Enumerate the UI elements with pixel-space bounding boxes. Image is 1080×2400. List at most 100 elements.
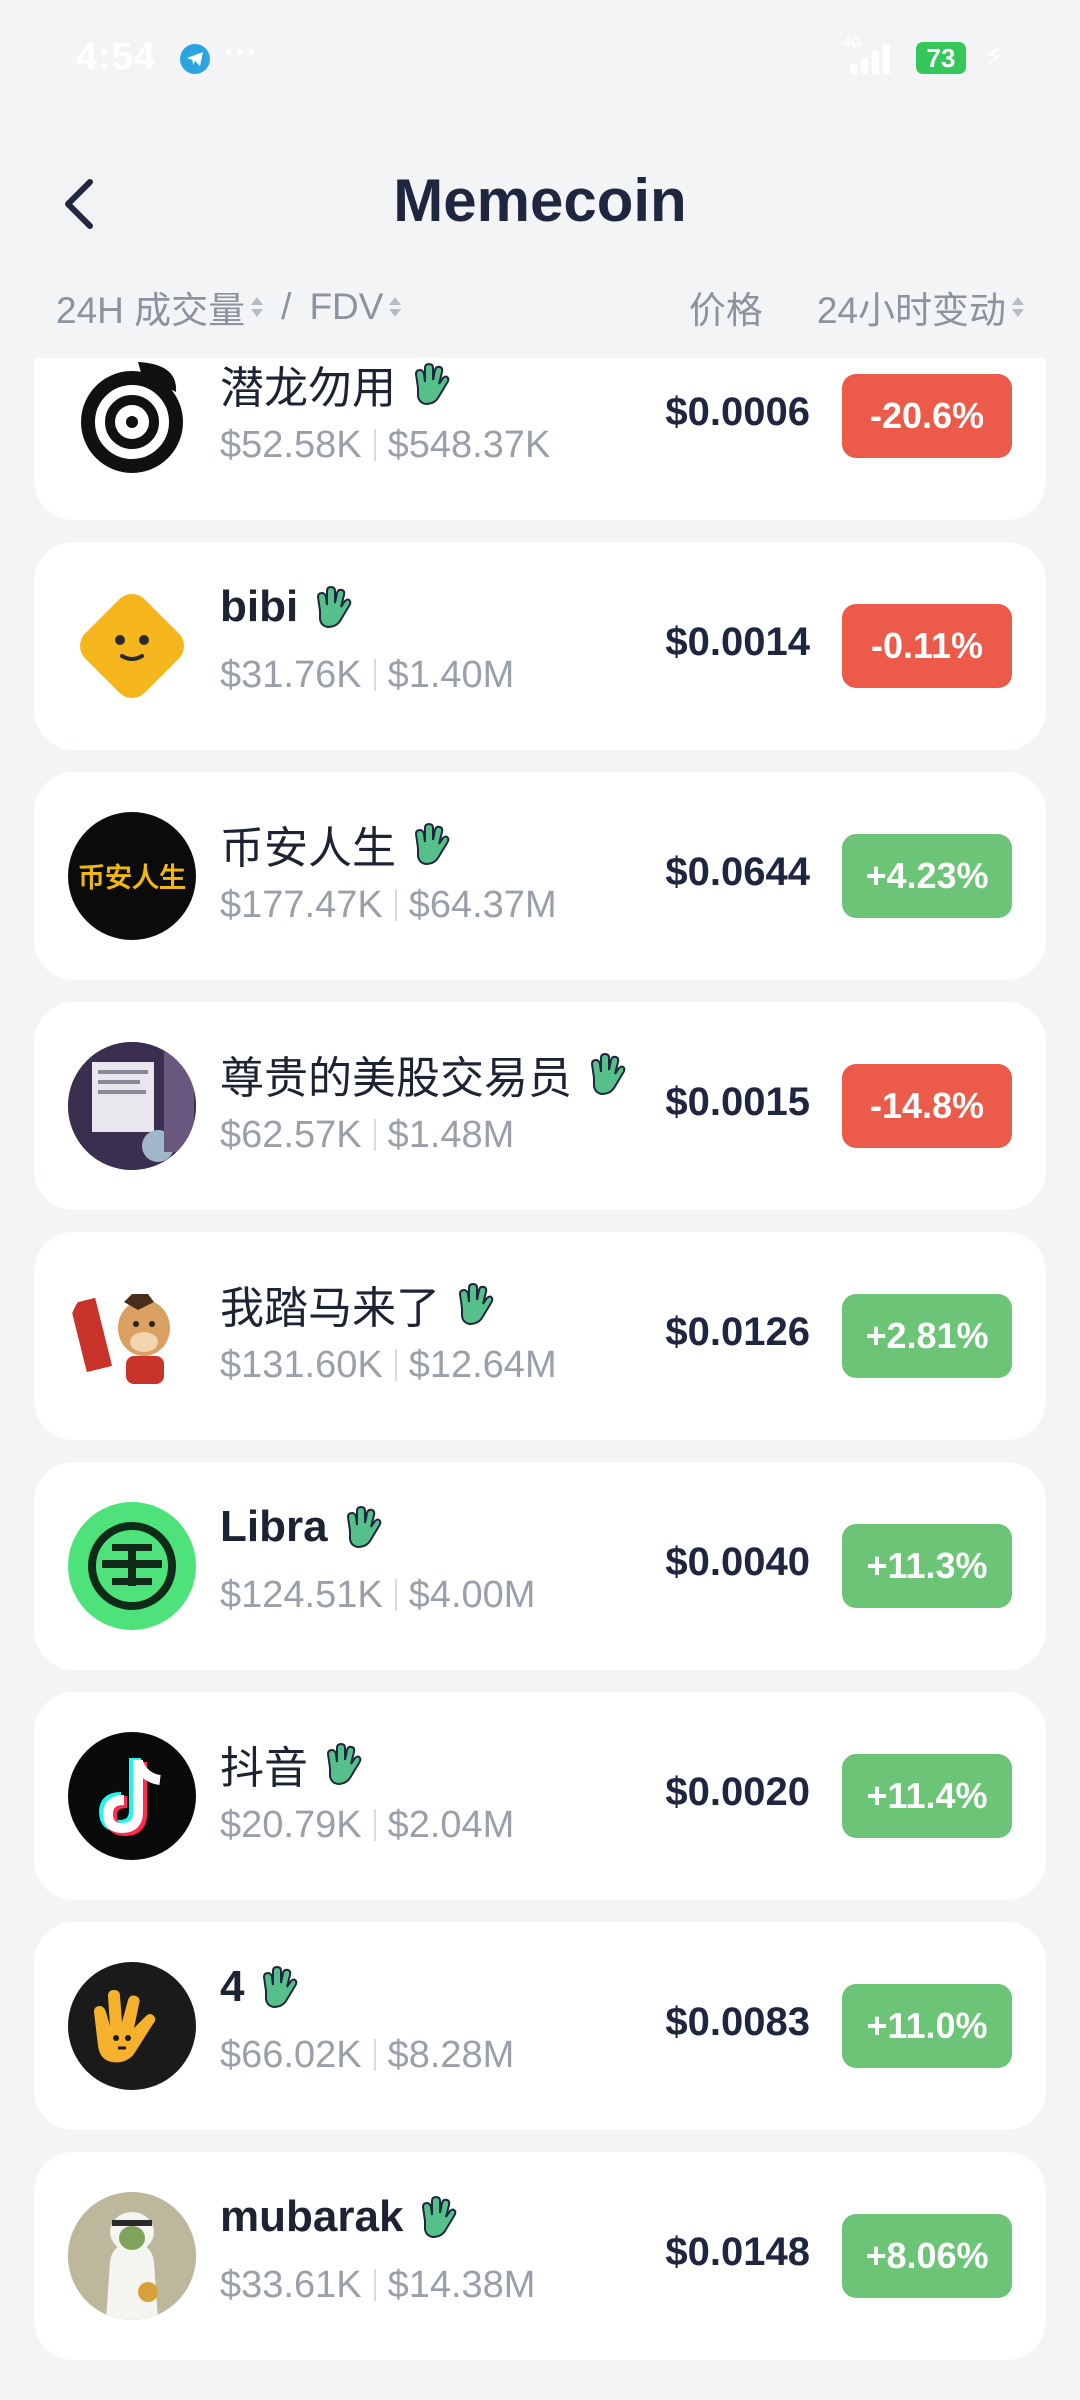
sort-fdv-button[interactable]: FDV bbox=[309, 286, 402, 328]
hand-icon bbox=[326, 1742, 362, 1786]
coin-row[interactable]: 币安人生 币安人生 $177.47K $64.37M $0.0644 +4.23% bbox=[34, 772, 1046, 980]
sort-arrows-icon bbox=[1012, 297, 1024, 317]
coin-volume: $62.57K bbox=[220, 1114, 362, 1156]
charging-icon: ⚡ bbox=[984, 41, 1004, 72]
sort-arrows-icon bbox=[251, 297, 264, 317]
header: Memecoin bbox=[0, 118, 1080, 268]
coin-price: $0.0126 bbox=[665, 1310, 810, 1354]
coin-avatar bbox=[68, 1732, 196, 1860]
avatar-text: 币安人生 bbox=[78, 863, 186, 893]
change-badge: +8.06% bbox=[842, 2214, 1012, 2298]
coin-avatar bbox=[68, 582, 196, 710]
hand-icon bbox=[317, 585, 352, 629]
coin-avatar bbox=[68, 358, 196, 480]
signal-icon bbox=[850, 44, 890, 74]
coin-row[interactable]: Libra $124.51K $4.00M $0.0040 +11.3% bbox=[34, 1462, 1046, 1670]
status-bar: 4:54 ··· 4G 73 ⚡ bbox=[0, 0, 1080, 118]
hand-icon bbox=[346, 1505, 381, 1549]
coin-row[interactable]: bibi $31.76K $1.40M $0.0014 -0.11% bbox=[34, 542, 1046, 750]
hand-icon bbox=[458, 1282, 494, 1326]
sort-change-button[interactable]: 24小时变动 bbox=[817, 280, 1024, 334]
change-badge: +4.23% bbox=[842, 834, 1012, 918]
change-badge: +11.0% bbox=[842, 1984, 1012, 2068]
change-badge: -20.6% bbox=[842, 374, 1012, 458]
coin-fdv: $1.48M bbox=[387, 1114, 515, 1156]
coin-fdv: $4.00M bbox=[408, 1574, 536, 1616]
coin-price: $0.0015 bbox=[665, 1080, 810, 1124]
battery-icon: 73 bbox=[916, 42, 966, 74]
change-badge: +11.3% bbox=[842, 1524, 1012, 1608]
coin-fdv: $12.64M bbox=[408, 1344, 557, 1386]
sort-volume-button[interactable]: 24H 成交量 bbox=[56, 280, 264, 334]
telegram-icon bbox=[180, 44, 210, 74]
coin-metrics: $33.61K $14.38M bbox=[220, 2264, 535, 2307]
coin-name: 币安人生 bbox=[220, 824, 396, 873]
change-badge: -14.8% bbox=[842, 1064, 1012, 1148]
change-badge: +11.4% bbox=[842, 1754, 1012, 1838]
hand-icon bbox=[414, 362, 450, 406]
hand-icon bbox=[422, 2195, 457, 2239]
coin-name: 尊贵的美股交易员 bbox=[220, 1054, 572, 1103]
coin-fdv: $14.38M bbox=[387, 2264, 536, 2306]
coin-avatar: 币安人生 bbox=[68, 812, 196, 940]
coin-metrics: $31.76K $1.40M bbox=[220, 654, 514, 697]
coin-row[interactable]: 潜龙勿用 $52.58K $548.37K $0.0006 -20.6% bbox=[34, 358, 1046, 520]
coin-avatar bbox=[68, 2192, 196, 2320]
coin-avatar bbox=[68, 1042, 196, 1170]
coin-name: 我踏马来了 bbox=[220, 1284, 440, 1333]
coin-volume: $52.58K bbox=[220, 424, 362, 466]
coin-list[interactable]: 潜龙勿用 $52.58K $548.37K $0.0006 -20.6% bibi… bbox=[0, 358, 1080, 2400]
coin-metrics: $124.51K $4.00M bbox=[220, 1574, 535, 1617]
coin-metrics: $20.79K $2.04M bbox=[220, 1804, 514, 1847]
coin-price: $0.0020 bbox=[665, 1770, 810, 1814]
more-notifications-icon: ··· bbox=[224, 34, 258, 72]
coin-metrics: $62.57K $1.48M bbox=[220, 1114, 514, 1157]
coin-price: $0.0644 bbox=[665, 850, 810, 894]
page-title: Memecoin bbox=[393, 167, 687, 234]
coin-row[interactable]: 抖音 $20.79K $2.04M $0.0020 +11.4% bbox=[34, 1692, 1046, 1900]
volume-column-label: 24H 成交量 bbox=[56, 290, 246, 331]
coin-name: mubarak bbox=[220, 2192, 404, 2241]
coin-fdv: $8.28M bbox=[387, 2034, 515, 2076]
coin-avatar bbox=[68, 1502, 196, 1630]
coin-fdv: $64.37M bbox=[408, 884, 557, 926]
coin-row[interactable]: mubarak $33.61K $14.38M $0.0148 +8.06% bbox=[34, 2152, 1046, 2360]
coin-volume: $177.47K bbox=[220, 884, 383, 926]
coin-price: $0.0148 bbox=[665, 2230, 810, 2274]
hand-icon bbox=[590, 1052, 626, 1096]
change-column-label: 24小时变动 bbox=[816, 290, 1006, 331]
coin-volume: $33.61K bbox=[220, 2264, 362, 2306]
column-separator: / bbox=[281, 286, 292, 327]
coin-metrics: $177.47K $64.37M bbox=[220, 884, 557, 927]
status-time: 4:54 bbox=[76, 36, 157, 78]
coin-price: $0.0040 bbox=[665, 1540, 810, 1584]
coin-name: 潜龙勿用 bbox=[220, 364, 396, 413]
coin-row[interactable]: 尊贵的美股交易员 $62.57K $1.48M $0.0015 -14.8% bbox=[34, 1002, 1046, 1210]
coin-name: 抖音 bbox=[220, 1744, 308, 1793]
coin-volume: $20.79K bbox=[220, 1804, 362, 1846]
coin-volume: $31.76K bbox=[220, 654, 362, 696]
coin-volume: $131.60K bbox=[220, 1344, 383, 1386]
coin-metrics: $131.60K $12.64M bbox=[220, 1344, 557, 1387]
coin-price: $0.0014 bbox=[665, 620, 810, 664]
coin-metrics: $52.58K $548.37K bbox=[220, 424, 550, 467]
coin-name: 4 bbox=[220, 1962, 245, 2011]
coin-name: bibi bbox=[220, 582, 299, 631]
hand-icon bbox=[263, 1965, 298, 2009]
coin-avatar bbox=[68, 1962, 196, 2090]
change-badge: +2.81% bbox=[842, 1294, 1012, 1378]
coin-volume: $66.02K bbox=[220, 2034, 362, 2076]
coin-row[interactable]: 我踏马来了 $131.60K $12.64M $0.0126 +2.81% bbox=[34, 1232, 1046, 1440]
coin-avatar bbox=[68, 1272, 196, 1400]
coin-price: $0.0006 bbox=[665, 390, 810, 434]
coin-fdv: $548.37K bbox=[387, 424, 551, 466]
coin-name: Libra bbox=[220, 1502, 328, 1551]
coin-fdv: $2.04M bbox=[387, 1804, 515, 1846]
hand-icon bbox=[414, 822, 450, 866]
coin-row[interactable]: 4 $66.02K $8.28M $0.0083 +11.0% bbox=[34, 1922, 1046, 2130]
column-header: 24H 成交量 / FDV 价格 24小时变动 bbox=[0, 268, 1080, 348]
sort-arrows-icon bbox=[389, 297, 402, 317]
fdv-column-label: FDV bbox=[309, 286, 384, 327]
coin-fdv: $1.40M bbox=[387, 654, 515, 696]
coin-volume: $124.51K bbox=[220, 1574, 383, 1616]
